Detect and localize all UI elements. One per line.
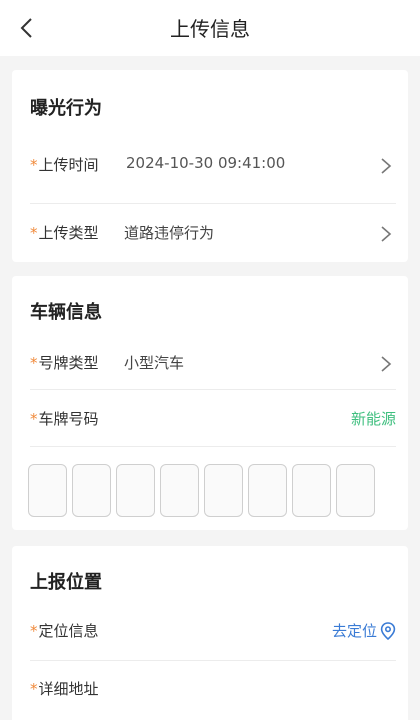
new-energy-toggle[interactable]: 新能源 <box>351 408 396 429</box>
location-card: 上报位置 *定位信息 去定位 *详细地址 <box>12 546 408 720</box>
chevron-right-icon <box>381 356 392 372</box>
location-info-label: *定位信息 <box>30 620 99 641</box>
required-mark: * <box>30 622 38 640</box>
location-info-label-text: 定位信息 <box>38 622 99 640</box>
plate-char-input[interactable] <box>160 464 199 517</box>
upload-time-label: *上传时间 <box>30 154 99 175</box>
plate-type-label-text: 号牌类型 <box>38 354 99 372</box>
upload-type-row[interactable]: *上传类型 道路违停行为 <box>30 206 396 262</box>
address-row[interactable]: *详细地址 <box>30 662 396 718</box>
plate-char-input[interactable] <box>204 464 243 517</box>
location-section-title: 上报位置 <box>30 572 102 593</box>
upload-type-value: 道路违停行为 <box>124 224 215 242</box>
go-locate-button[interactable]: 去定位 <box>332 620 396 641</box>
go-locate-label: 去定位 <box>331 622 377 640</box>
required-mark: * <box>30 224 38 242</box>
plate-char-input[interactable] <box>248 464 287 517</box>
plate-number-row: *车牌号码 新能源 <box>30 392 396 448</box>
divider <box>30 203 396 204</box>
divider <box>30 446 396 447</box>
plate-number-label-text: 车牌号码 <box>38 410 99 428</box>
exposure-section-title: 曝光行为 <box>30 98 102 119</box>
vehicle-section-title: 车辆信息 <box>30 302 102 323</box>
chevron-right-icon <box>381 226 392 242</box>
plate-number-label: *车牌号码 <box>30 408 99 429</box>
required-mark: * <box>30 156 38 174</box>
upload-time-row[interactable]: *上传时间 2024-10-30 09:41:00 <box>30 138 396 194</box>
top-nav-bar: 上传信息 <box>0 0 420 56</box>
location-info-row: *定位信息 去定位 <box>30 604 396 660</box>
page-title: 上传信息 <box>170 17 250 41</box>
divider <box>30 660 396 661</box>
upload-time-value: 2024-10-30 09:41:00 <box>126 154 286 172</box>
plate-type-row[interactable]: *号牌类型 小型汽车 <box>30 336 396 392</box>
required-mark: * <box>30 354 38 372</box>
plate-type-value: 小型汽车 <box>124 354 185 372</box>
address-label-text: 详细地址 <box>38 680 99 698</box>
address-label: *详细地址 <box>30 678 99 699</box>
upload-type-label-text: 上传类型 <box>38 224 99 242</box>
plate-input-group <box>28 464 375 517</box>
plate-char-input[interactable] <box>116 464 155 517</box>
plate-type-label: *号牌类型 <box>30 352 99 373</box>
required-mark: * <box>30 680 38 698</box>
chevron-right-icon <box>381 158 392 174</box>
plate-char-input[interactable] <box>292 464 331 517</box>
required-mark: * <box>30 410 38 428</box>
plate-char-input[interactable] <box>72 464 111 517</box>
divider <box>30 389 396 390</box>
upload-type-label: *上传类型 <box>30 222 99 243</box>
plate-char-input[interactable] <box>28 464 67 517</box>
upload-time-label-text: 上传时间 <box>38 156 99 174</box>
vehicle-card: 车辆信息 *号牌类型 小型汽车 *车牌号码 新能源 <box>12 276 408 530</box>
plate-char-input[interactable] <box>336 464 375 517</box>
location-pin-icon <box>380 621 396 640</box>
exposure-card: 曝光行为 *上传时间 2024-10-30 09:41:00 *上传类型 道路违… <box>12 70 408 262</box>
